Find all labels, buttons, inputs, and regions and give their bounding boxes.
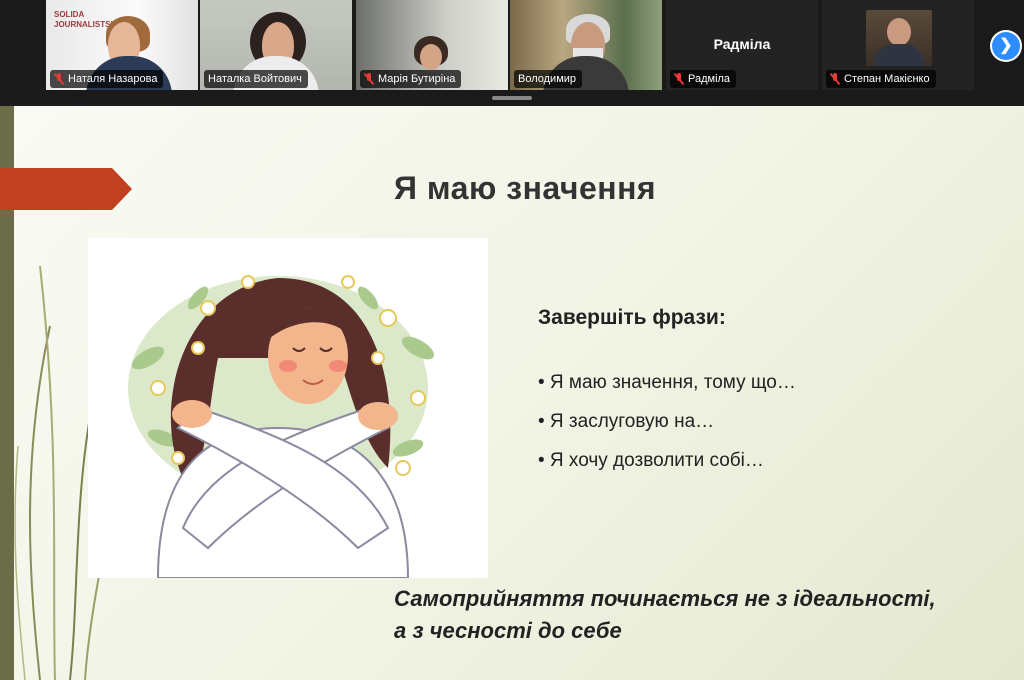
body bbox=[874, 44, 924, 66]
phrase-item: • Я заслуговую на… bbox=[538, 411, 715, 432]
participant-tile-no-video[interactable]: Радміла Радміла bbox=[666, 0, 818, 90]
quote-line: Самоприйняття починається не з ідеальнос… bbox=[394, 586, 936, 611]
participant-tile[interactable]: Степан Макієнко bbox=[822, 0, 974, 90]
participant-tile-active[interactable]: Наталка Войтович bbox=[200, 0, 352, 90]
participant-name: Наталя Назарова bbox=[68, 73, 158, 85]
participant-name-tag: Наталка Войтович bbox=[204, 70, 308, 88]
phrase-item: • Я хочу дозволити собі… bbox=[538, 450, 764, 471]
participant-name: Володимир bbox=[518, 73, 577, 85]
participant-name-tag: Наталя Назарова bbox=[50, 70, 164, 88]
self-hug-illustration bbox=[88, 238, 488, 579]
accent-arrow-tag bbox=[0, 168, 132, 210]
woman-hugging-illustration bbox=[128, 275, 435, 579]
participant-name: Наталка Войтович bbox=[208, 73, 302, 85]
participant-name: Радміла bbox=[688, 73, 731, 85]
avatar bbox=[866, 10, 932, 66]
phrases-heading: Завершіть фрази: bbox=[538, 306, 726, 329]
quote-line: а з чесності до себе bbox=[394, 618, 622, 643]
participant-tile[interactable]: Володимир bbox=[510, 0, 662, 90]
participant-center-name: Радміла bbox=[713, 36, 771, 52]
background-banner: SOLIDA JOURNALISTS' bbox=[54, 10, 113, 29]
strip-resize-handle[interactable] bbox=[492, 96, 532, 100]
next-page-button[interactable]: ❯ bbox=[990, 30, 1022, 62]
participant-name: Марія Бутиріна bbox=[378, 73, 456, 85]
mic-muted-icon bbox=[54, 73, 64, 85]
participant-name-tag: Марія Бутиріна bbox=[360, 70, 462, 88]
participants-strip: SOLIDA JOURNALISTS' Наталя Назарова Натал… bbox=[0, 0, 1024, 104]
participant-tile[interactable]: SOLIDA JOURNALISTS' Наталя Назарова bbox=[46, 0, 198, 90]
participant-name-tag: Радміла bbox=[670, 70, 737, 88]
face bbox=[887, 18, 911, 46]
phrase-item: • Я маю значення, тому що… bbox=[538, 372, 796, 393]
shared-slide: Я маю значення Завершіть фрази: • Я маю … bbox=[0, 106, 1024, 680]
participant-name: Степан Макієнко bbox=[844, 73, 930, 85]
mic-muted-icon bbox=[830, 73, 840, 85]
participant-name-tag: Володимир bbox=[514, 70, 583, 88]
participant-tile[interactable]: Марія Бутиріна bbox=[356, 0, 508, 90]
mic-muted-icon bbox=[364, 73, 374, 85]
mic-muted-icon bbox=[674, 73, 684, 85]
participant-name-tag: Степан Макієнко bbox=[826, 70, 936, 88]
slide-title: Я маю значення bbox=[394, 170, 657, 206]
face bbox=[420, 44, 442, 70]
chevron-right-icon: ❯ bbox=[992, 32, 1020, 60]
